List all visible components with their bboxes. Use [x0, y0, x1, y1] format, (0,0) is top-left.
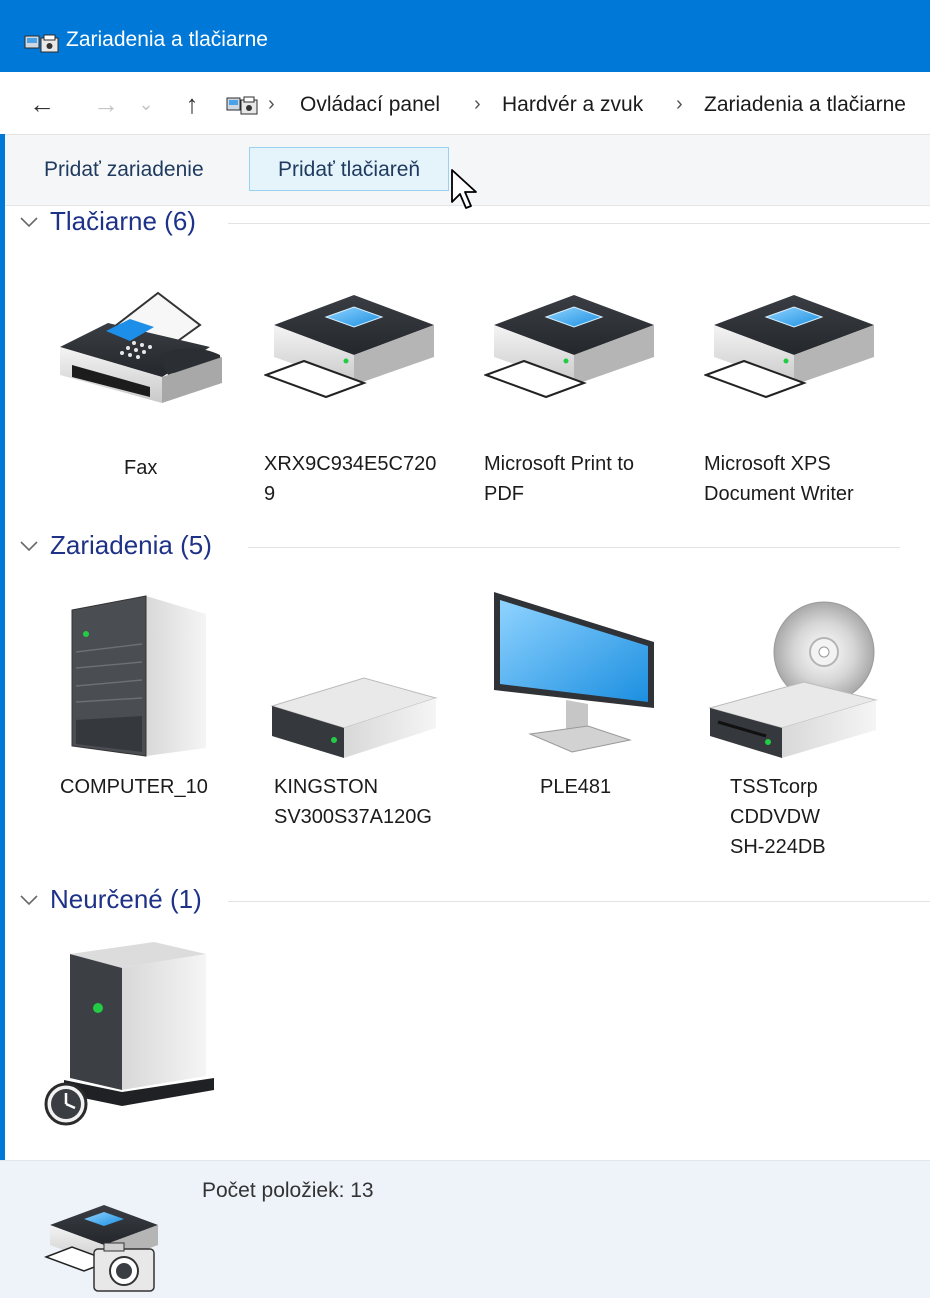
group-divider [248, 547, 900, 548]
control-panel-location-icon [226, 96, 258, 115]
group-divider [228, 223, 930, 224]
chevron-down-icon [20, 895, 38, 906]
group-header-printers[interactable]: Tlačiarne (6) [18, 206, 930, 246]
device-item-ple481-monitor[interactable]: PLE481 [484, 590, 694, 800]
group-header-unspecified[interactable]: Neurčené (1) [18, 884, 930, 924]
window-title: Zariadenia a tlačiarne [66, 28, 268, 51]
devices-printers-icon [24, 34, 59, 53]
device-name: Microsoft Print to PDF [484, 453, 635, 505]
group-label-unspecified: Neurčené (1) [50, 884, 202, 914]
back-arrow-icon[interactable]: ← [24, 86, 60, 122]
recent-locations-chevron-icon[interactable]: ⌄ [134, 86, 158, 122]
device-item-unspecified[interactable] [44, 940, 224, 1130]
unspecified-device-icon [44, 942, 214, 1126]
dvd-drive-icon [708, 601, 878, 758]
device-item-microsoft-print-to-pdf[interactable]: Microsoft Print to PDF [484, 285, 694, 515]
device-item-xrx-printer[interactable]: XRX9C934E5C720 9 [264, 285, 474, 515]
up-arrow-icon[interactable]: ↑ [174, 86, 210, 122]
breadcrumb-devices-and-printers[interactable]: Zariadenia a tlačiarne [704, 93, 906, 117]
device-item-computer[interactable]: COMPUTER_10 [44, 590, 254, 800]
address-bar[interactable]: › Ovládací panel › Hardvér a zvuk › Zari… [214, 84, 930, 124]
device-name: KINGSTON SV300S37A120G [274, 776, 432, 828]
device-name: TSSTcorp CDDVDW SH-224DB [730, 776, 826, 858]
device-name: Microsoft XPS Document Writer [704, 453, 854, 505]
chevron-down-icon [20, 217, 38, 228]
group-header-devices[interactable]: Zariadenia (5) [18, 530, 900, 570]
device-item-tsstcorp-dvd-drive[interactable]: TSSTcorp CDDVDW SH-224DB [704, 590, 914, 870]
device-name: XRX9C934E5C720 9 [264, 453, 437, 505]
add-device-button[interactable]: Pridať zariadenie [15, 147, 233, 191]
chevron-down-icon [20, 541, 38, 552]
fax-icon [60, 291, 222, 403]
breadcrumb-hardware-and-sound[interactable]: Hardvér a zvuk [502, 93, 643, 117]
hard-drive-icon [270, 677, 438, 758]
printer-icon [484, 295, 654, 399]
device-name: COMPUTER_10 [60, 776, 208, 798]
monitor-icon [494, 592, 654, 753]
details-pane: Počet položiek: 13 [0, 1160, 930, 1298]
breadcrumb-control-panel[interactable]: Ovládací panel [300, 93, 440, 117]
device-item-fax[interactable]: Fax [44, 285, 254, 485]
forward-arrow-icon[interactable]: → [88, 86, 124, 122]
devices-printers-icon [44, 1205, 158, 1292]
device-item-microsoft-xps-document-writer[interactable]: Microsoft XPS Document Writer [704, 285, 914, 515]
item-count-label: Počet položiek: 13 [202, 1179, 374, 1202]
device-name: Fax [124, 457, 158, 479]
printer-icon [264, 295, 434, 399]
navigation-bar: ← → ⌄ ↑ › Ovládací panel › Hardvér a zvu… [0, 72, 930, 134]
breadcrumb-separator-icon: › [268, 93, 275, 115]
group-label-printers: Tlačiarne (6) [50, 206, 196, 236]
device-name: PLE481 [540, 776, 612, 798]
group-divider [228, 901, 930, 902]
printer-icon [704, 295, 874, 399]
device-item-kingston-drive[interactable]: KINGSTON SV300S37A120G [264, 590, 474, 840]
window-left-border [0, 72, 5, 1297]
title-bar: Zariadenia a tlačiarne [0, 0, 930, 72]
group-label-devices: Zariadenia (5) [50, 530, 212, 560]
breadcrumb-separator-icon: › [474, 93, 481, 115]
add-printer-button[interactable]: Pridať tlačiareň [249, 147, 450, 191]
breadcrumb-separator-icon: › [676, 93, 683, 115]
computer-tower-icon [71, 595, 206, 757]
